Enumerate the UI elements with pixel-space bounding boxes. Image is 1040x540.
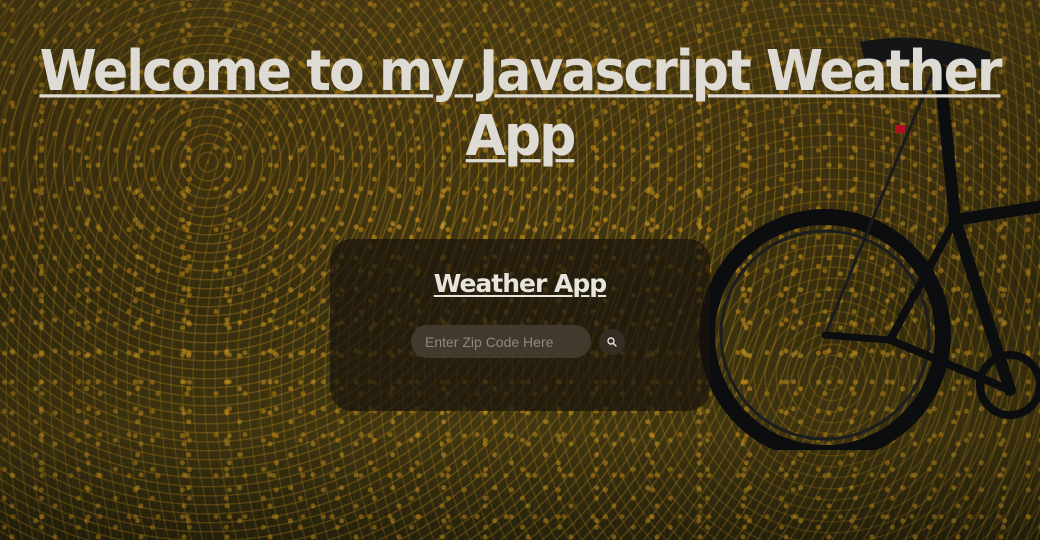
card-title: Weather App bbox=[433, 269, 607, 298]
search-button[interactable] bbox=[599, 328, 625, 355]
search-row bbox=[411, 325, 625, 358]
zip-code-input[interactable] bbox=[411, 325, 591, 358]
weather-card: Weather App bbox=[330, 239, 710, 411]
search-icon bbox=[607, 336, 617, 347]
page-title: Welcome to my Javascript Weather App bbox=[39, 39, 1002, 169]
